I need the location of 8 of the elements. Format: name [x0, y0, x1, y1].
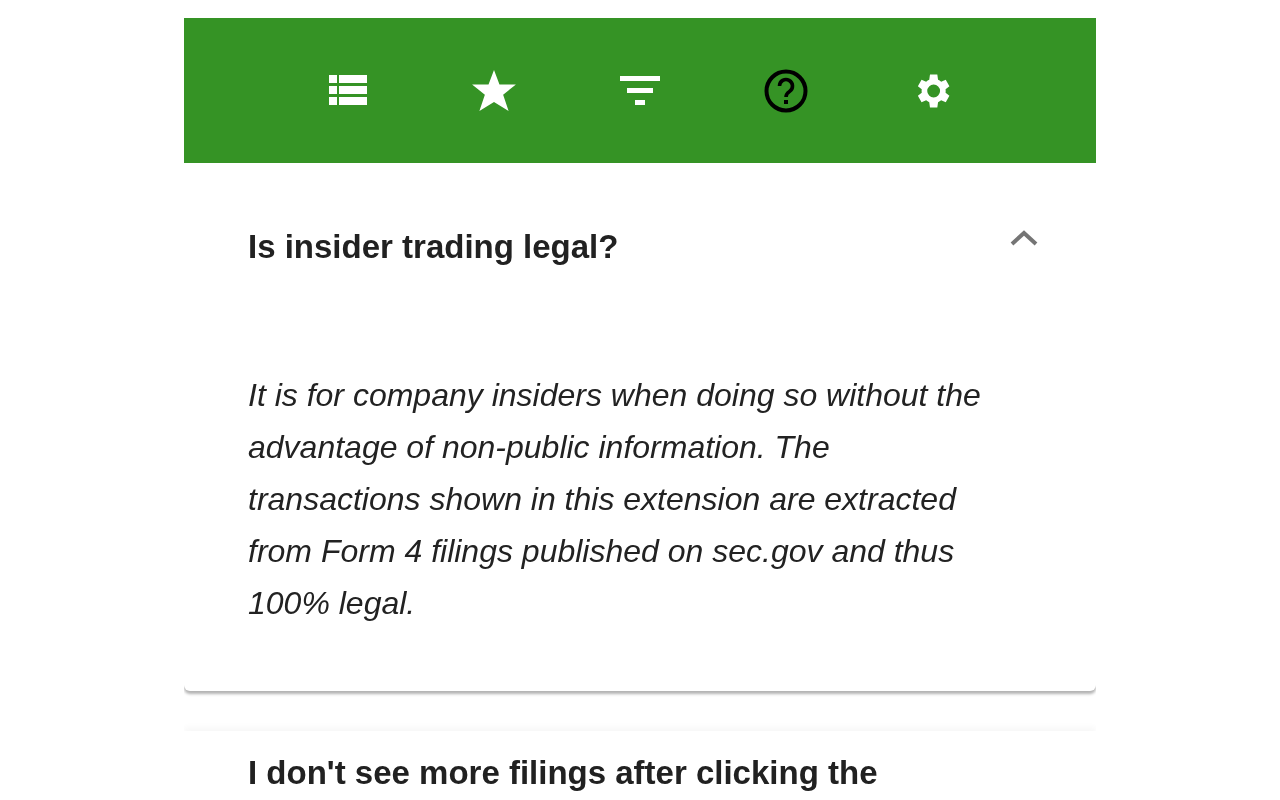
help-icon [764, 68, 808, 113]
faq-question[interactable]: Is insider trading legal? [248, 225, 619, 269]
filter-icon [620, 75, 660, 106]
chevron-icon[interactable] [1009, 229, 1039, 247]
faq-answer: It is for company insiders when doing so without the advantage of non-public information. The transactions shown in this extension are extracted from Form 4 filings published on sec.gov and thus 100% legal. [248, 376, 982, 623]
faq-question[interactable]: I don't see more filings after clicking the [248, 751, 878, 795]
star-icon [472, 69, 516, 112]
list-icon [329, 74, 367, 107]
